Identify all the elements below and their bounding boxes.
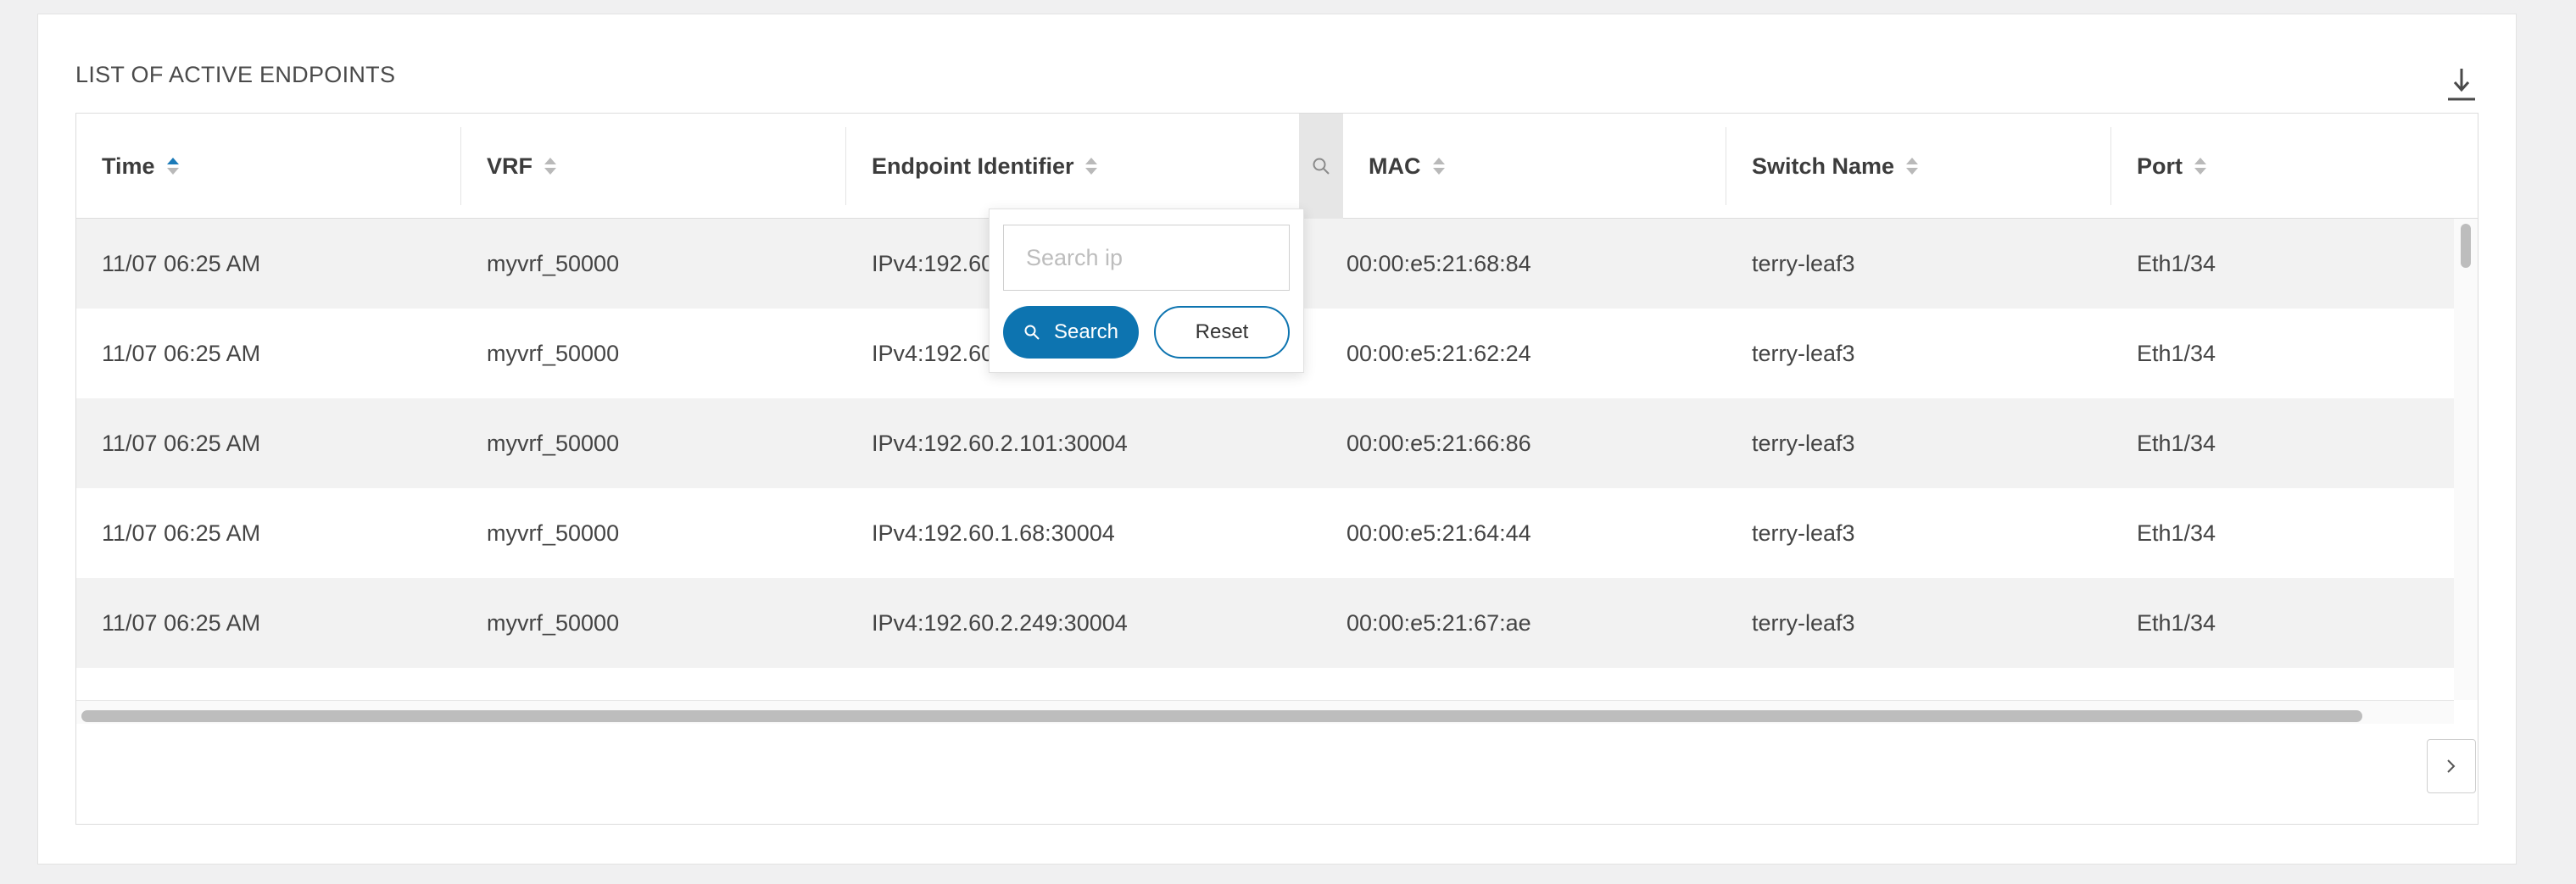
table-row-partial: [76, 668, 2454, 700]
cell-switch-name: terry-leaf3: [1752, 520, 1855, 546]
cell-switch-name: terry-leaf3: [1752, 430, 1855, 456]
column-label: Port: [2137, 153, 2183, 179]
active-endpoints-card: LIST OF ACTIVE ENDPOINTS Time VRF Endpoi…: [37, 14, 2517, 865]
cell-vrf: myvrf_50000: [487, 250, 620, 276]
horizontal-scrollbar-thumb[interactable]: [81, 710, 2362, 722]
column-label: Endpoint Identifier: [872, 153, 1074, 179]
cell-port: Eth1/34: [2137, 250, 2216, 276]
column-label: VRF: [487, 153, 532, 179]
cell-time: 11/07 06:25 AM: [102, 250, 261, 276]
table-header: Time VRF Endpoint Identifier MAC Switch …: [76, 114, 2478, 219]
search-button[interactable]: Search: [1003, 306, 1139, 359]
cell-mac: 00:00:e5:21:66:86: [1347, 430, 1531, 456]
cell-time: 11/07 06:25 AM: [102, 430, 261, 456]
search-ip-input[interactable]: [1003, 225, 1290, 291]
search-filter-popover: Search Reset: [989, 208, 1304, 373]
cell-vrf: myvrf_50000: [487, 340, 620, 366]
reset-button-label: Reset: [1195, 320, 1249, 343]
cell-endpoint-identifier: IPv4:192.60.: [872, 250, 1001, 276]
cell-mac: 00:00:e5:21:64:44: [1347, 520, 1531, 546]
cell-time: 11/07 06:25 AM: [102, 520, 261, 546]
sort-icon[interactable]: [1085, 156, 1098, 176]
cell-port: Eth1/34: [2137, 340, 2216, 366]
search-button-label: Search: [1053, 320, 1119, 343]
cell-port: Eth1/34: [2137, 430, 2216, 456]
card-title: LIST OF ACTIVE ENDPOINTS: [75, 62, 396, 87]
search-icon: [1023, 324, 1040, 341]
chevron-right-icon: [2447, 759, 2456, 773]
cell-endpoint-identifier: IPv4:192.60.: [872, 340, 1001, 366]
sort-ascending-icon[interactable]: [166, 156, 179, 176]
vertical-scrollbar-thumb[interactable]: [2461, 224, 2471, 268]
cell-mac: 00:00:e5:21:68:84: [1347, 250, 1531, 276]
cell-endpoint-identifier: IPv4:192.60.1.68:30004: [872, 520, 1115, 546]
column-label: MAC: [1369, 153, 1421, 179]
table-row[interactable]: 11/07 06:25 AM myvrf_50000 IPv4:192.60.2…: [76, 578, 2454, 668]
column-label: Switch Name: [1752, 153, 1895, 179]
cell-vrf: myvrf_50000: [487, 520, 620, 546]
table-row[interactable]: 11/07 06:25 AM myvrf_50000 IPv4:192.60.1…: [76, 488, 2454, 578]
next-page-button[interactable]: [2427, 739, 2476, 793]
column-header-time[interactable]: Time: [76, 114, 461, 219]
cell-switch-name: terry-leaf3: [1752, 250, 1855, 276]
cell-endpoint-identifier: IPv4:192.60.2.101:30004: [872, 430, 1128, 456]
vertical-scrollbar-track[interactable]: [2454, 219, 2478, 700]
cell-switch-name: terry-leaf3: [1752, 609, 1855, 636]
cell-mac: 00:00:e5:21:62:24: [1347, 340, 1531, 366]
column-filter-search-icon[interactable]: [1299, 114, 1343, 219]
cell-endpoint-identifier: IPv4:192.60.2.249:30004: [872, 609, 1128, 636]
cell-time: 11/07 06:25 AM: [102, 340, 261, 366]
sort-icon[interactable]: [1906, 156, 1919, 176]
column-header-endpoint-identifier[interactable]: Endpoint Identifier: [846, 114, 1299, 219]
table-row[interactable]: 11/07 06:25 AM myvrf_50000 IPv4:192.60.2…: [76, 398, 2454, 488]
column-header-mac[interactable]: MAC: [1343, 114, 1726, 219]
cell-vrf: myvrf_50000: [487, 430, 620, 456]
download-icon[interactable]: [2445, 65, 2478, 104]
reset-button[interactable]: Reset: [1154, 306, 1290, 359]
cell-vrf: myvrf_50000: [487, 609, 620, 636]
cell-port: Eth1/34: [2137, 609, 2216, 636]
sort-icon[interactable]: [544, 156, 556, 176]
cell-time: 11/07 06:25 AM: [102, 609, 261, 636]
cell-mac: 00:00:e5:21:67:ae: [1347, 609, 1531, 636]
cell-port: Eth1/34: [2137, 520, 2216, 546]
column-header-switch-name[interactable]: Switch Name: [1726, 114, 2111, 219]
column-label: Time: [102, 153, 155, 179]
column-header-port[interactable]: Port: [2111, 114, 2476, 219]
column-header-vrf[interactable]: VRF: [461, 114, 846, 219]
sort-icon[interactable]: [2194, 156, 2206, 176]
sort-icon[interactable]: [1432, 156, 1445, 176]
cell-switch-name: terry-leaf3: [1752, 340, 1855, 366]
